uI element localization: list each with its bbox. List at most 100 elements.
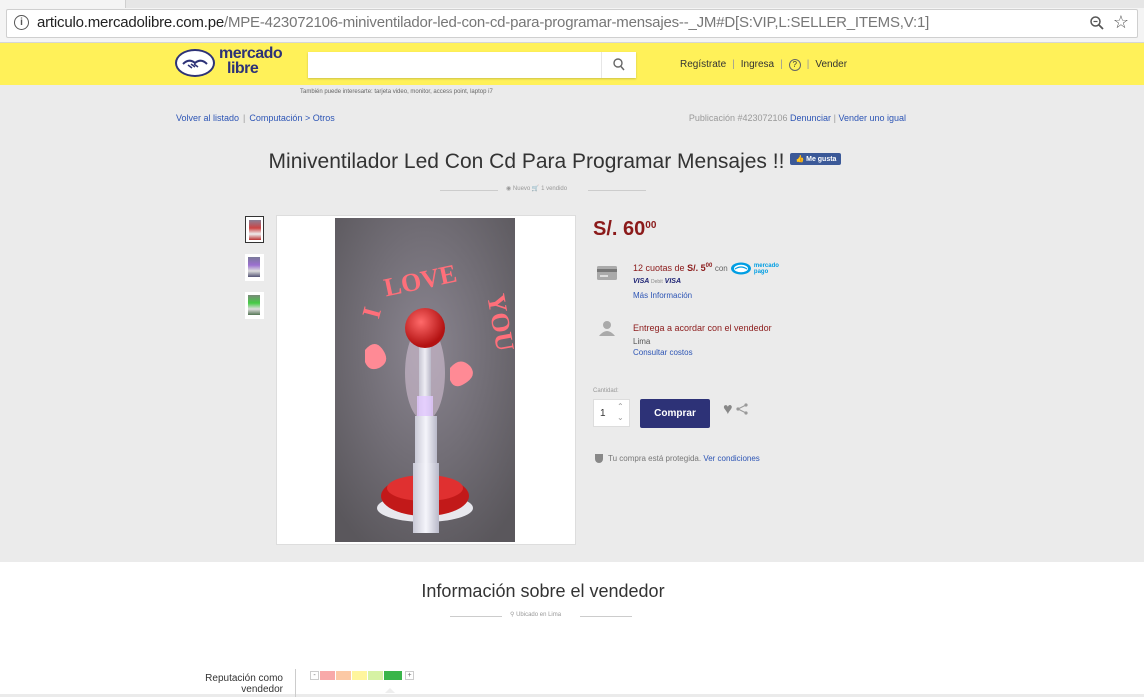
location-pin-icon: ⚲ [510, 612, 515, 618]
sold-count: 1 vendido [541, 186, 568, 192]
product-title-row: Miniventilador Led Con Cd Para Programar… [0, 150, 1110, 174]
card-brands: VISA Debit VISA [633, 278, 681, 285]
search-input[interactable] [308, 52, 636, 78]
price-currency: S/. [593, 218, 618, 240]
nav-divider: | [806, 59, 810, 70]
logo-text-libre: libre [227, 60, 259, 77]
breadcrumb-separator: > [304, 113, 311, 123]
url-host: articulo.mercadolibre.com.pe [37, 14, 224, 31]
header-nav: Regístrate | Ingresa |? | Vender [680, 59, 847, 71]
login-link[interactable]: Ingresa [741, 59, 774, 70]
person-icon [599, 321, 615, 336]
publication-info: Publicación #423072106 Denunciar | Vende… [688, 113, 906, 123]
sell-same-link[interactable]: Vender uno igual [838, 113, 906, 123]
divider-line [580, 616, 632, 617]
product-title: Miniventilador Led Con Cd Para Programar… [268, 150, 785, 173]
visa-logo: VISA [633, 278, 650, 285]
thermo-level-5 [384, 671, 402, 680]
reputation-divider [295, 669, 296, 697]
shield-icon [595, 454, 603, 464]
product-main-image[interactable]: I LOVE YOU [276, 215, 576, 545]
price-integer: 60 [623, 218, 646, 240]
handshake-logo-icon [175, 49, 215, 77]
delivery-text: Entrega a acordar con el vendedor [633, 323, 772, 333]
thumbnail-1[interactable] [245, 216, 264, 243]
installments-text: 12 cuotas de S/. 500 con mercado pago [633, 262, 779, 275]
search-suggestions[interactable]: También puede interesarte: tarjeta video… [300, 89, 493, 95]
seller-location-label: Ubicado en Lima [516, 612, 562, 618]
thermo-level-3 [352, 671, 367, 680]
back-to-list-link[interactable]: Volver al listado [176, 113, 239, 123]
divider-line [588, 190, 646, 191]
thermo-level-4 [368, 671, 383, 680]
conditions-link[interactable]: Ver condiciones [703, 454, 759, 463]
thermometer-pointer [385, 688, 395, 693]
more-info-link[interactable]: Más Información [633, 291, 692, 300]
search-icon [613, 58, 625, 71]
seller-location-text: ⚲ Ubicado en Lima [510, 611, 561, 618]
mercadopago-logo: mercado pago [730, 262, 779, 275]
chevron-down-icon[interactable]: ⌄ [617, 413, 624, 422]
thumbnail-2[interactable] [245, 254, 264, 281]
browser-tab[interactable] [0, 0, 126, 8]
mercadolibre-logo[interactable]: mercado libre [175, 46, 283, 80]
register-link[interactable]: Regístrate [680, 59, 726, 70]
divider-line [450, 616, 502, 617]
quantity-label: Cantidad: [593, 388, 619, 394]
divider-line [440, 190, 498, 191]
info-icon[interactable]: i [14, 15, 29, 30]
protection-text: Tu compra está protegida. [608, 454, 702, 463]
like-label: Me gusta [806, 156, 837, 164]
price-decimals: 00 [645, 220, 657, 231]
installment-decimals: 00 [705, 262, 713, 269]
nav-divider: | [732, 59, 735, 70]
condition-label: Nuevo [512, 186, 531, 192]
visa-logo: VISA [664, 278, 682, 285]
product-meta: ◉ Nuevo 🛒 1 vendido [440, 185, 646, 195]
thermo-plus: + [405, 671, 414, 680]
installment-currency: S/. [687, 262, 699, 273]
quantity-value: 1 [600, 408, 606, 419]
site-header: mercado libre Regístrate | Ingresa |? | Vende… [0, 43, 1144, 85]
delivery-location: Lima [633, 337, 651, 346]
reputation-label-line2: vendedor [241, 684, 283, 695]
purchase-protection: Tu compra está protegida. Ver condicione… [595, 454, 760, 464]
thumbnail-3[interactable] [245, 292, 264, 319]
product-photo: I LOVE YOU [335, 218, 515, 542]
led-fan-illustration: I LOVE YOU [335, 218, 515, 542]
tab-strip [0, 0, 1144, 8]
thermo-level-2 [336, 671, 351, 680]
installments-label: 12 cuotas de [633, 262, 685, 273]
help-icon[interactable]: ? [788, 59, 801, 71]
publication-number: Publicación #423072106 [688, 113, 788, 123]
url-field[interactable]: i articulo.mercadolibre.com.pe/MPE-42307… [6, 9, 1138, 38]
bookmark-star-icon[interactable]: ☆ [1113, 12, 1129, 33]
browser-address-bar: i articulo.mercadolibre.com.pe/MPE-42307… [0, 0, 1144, 43]
facebook-like-button[interactable]: 👍 Me gusta [790, 153, 842, 166]
product-meta-text: ◉ Nuevo 🛒 1 vendido [506, 186, 568, 192]
sell-link[interactable]: Vender [815, 59, 847, 70]
mp-text-pago: pago [753, 268, 769, 275]
url-text[interactable]: articulo.mercadolibre.com.pe/MPE-4230721… [37, 14, 929, 31]
breadcrumb-computacion[interactable]: Computación [249, 113, 302, 123]
report-link[interactable]: Denunciar [790, 113, 831, 123]
zoom-icon[interactable] [1089, 15, 1105, 31]
buy-button[interactable]: Comprar [640, 399, 710, 428]
reputation-label: Reputación como vendedor [175, 673, 283, 695]
credit-card-icon [597, 266, 617, 280]
seller-title: Información sobre el vendedor [421, 581, 665, 601]
with-label: con [714, 263, 728, 273]
thermo-minus: - [310, 671, 319, 680]
chevron-up-icon[interactable]: ⌃ [617, 402, 624, 411]
reputation-label-line1: Reputación como [205, 673, 283, 684]
share-icon[interactable] [736, 403, 748, 415]
consult-costs-link[interactable]: Consultar costos [633, 348, 693, 357]
search-button[interactable] [601, 52, 636, 78]
seller-location: ⚲ Ubicado en Lima [450, 611, 655, 621]
thermo-level-1 [320, 671, 335, 680]
url-path: /MPE-423072106-miniventilador-led-con-cd… [223, 14, 930, 31]
breadcrumb-otros[interactable]: Otros [313, 113, 335, 123]
quantity-stepper[interactable]: 1 ⌃ ⌄ [593, 399, 630, 427]
heart-icon[interactable]: ♥ [723, 401, 733, 419]
breadcrumb-divider: | [243, 113, 246, 123]
